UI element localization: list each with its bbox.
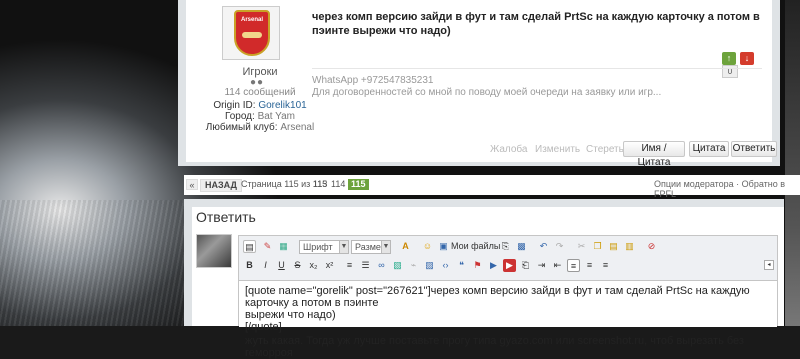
edit-button[interactable]: Изменить xyxy=(535,144,580,155)
align-center-icon[interactable]: ≡ xyxy=(583,259,596,272)
arsenal-crest-icon: Arsenal xyxy=(234,10,270,56)
align-left-icon[interactable]: ≡ xyxy=(567,259,580,272)
outdent-icon[interactable]: ⇤ xyxy=(551,259,564,272)
spellcheck-icon[interactable]: ⊘ xyxy=(645,240,658,253)
cannon-icon xyxy=(242,32,262,38)
emoticon-icon[interactable]: ☺ xyxy=(421,240,434,253)
prev-page-button[interactable]: « xyxy=(186,179,198,190)
post-actions: Жалоба Изменить Стереть Имя / Цитата Цит… xyxy=(476,141,777,168)
underline-icon[interactable]: U xyxy=(275,259,288,272)
delete-button[interactable]: Стереть xyxy=(586,144,624,155)
font-select-label: Шрифт xyxy=(303,242,333,252)
name-quote-button[interactable]: Имя / Цитата xyxy=(623,141,685,168)
cut-icon[interactable]: ✂ xyxy=(575,240,588,253)
report-button[interactable]: Жалоба xyxy=(490,144,527,155)
club-label: Любимый клуб: xyxy=(205,122,278,133)
my-files-label[interactable]: Мои файлы xyxy=(451,241,500,251)
user-avatar[interactable]: Arsenal xyxy=(222,6,280,60)
textarea-line: жуть какая. Тогда уж лучше поставьте про… xyxy=(245,335,744,359)
indent-icon[interactable]: ⇥ xyxy=(535,259,548,272)
eraser-icon[interactable]: ✎ xyxy=(261,240,274,253)
page-break-icon[interactable]: ⎗ xyxy=(519,259,532,272)
copy-icon[interactable]: ❐ xyxy=(591,240,604,253)
reply-panel: Ответить ▤ ✎ ▦ Шрифт ▼ Размер ▼ A ☺ ▣ Мои … xyxy=(192,207,784,359)
text-color-icon[interactable]: A xyxy=(399,240,412,253)
my-files-icon[interactable]: ▣ xyxy=(437,240,450,253)
chevron-down-icon: ▼ xyxy=(381,241,390,253)
source-icon[interactable]: ▤ xyxy=(243,240,256,253)
current-page[interactable]: 115 xyxy=(348,179,369,190)
club-value: Arsenal xyxy=(280,122,315,133)
font-select[interactable]: Шрифт ▼ xyxy=(299,240,349,254)
table-icon[interactable]: ▦ xyxy=(277,240,290,253)
bullet-list-icon[interactable]: ☰ xyxy=(359,259,372,272)
align-right-icon[interactable]: ≡ xyxy=(599,259,612,272)
signature: WhatsApp +972547835231 Для договоренност… xyxy=(312,68,762,99)
quote-button[interactable]: Цитата xyxy=(689,141,729,157)
paste-icon[interactable]: ▤ xyxy=(607,240,620,253)
media-icon[interactable]: ▩ xyxy=(515,240,528,253)
signature-line: WhatsApp +972547835231 xyxy=(312,75,434,86)
redo-icon[interactable]: ↷ xyxy=(553,240,566,253)
subscript-icon[interactable]: x₂ xyxy=(307,259,320,272)
reply-avatar xyxy=(196,234,232,268)
textarea-line: [/quote] xyxy=(245,321,282,333)
spoiler-icon[interactable]: ⚑ xyxy=(471,259,484,272)
video-icon[interactable]: ▶ xyxy=(487,259,500,272)
message-count: 114 сообщений xyxy=(224,87,296,98)
paste-text-icon[interactable]: ⎘ xyxy=(499,240,512,253)
undo-icon[interactable]: ↶ xyxy=(537,240,550,253)
vote-up-icon[interactable]: ↑ xyxy=(722,52,736,65)
signature-line: Для договоренностей со мной по поводу мо… xyxy=(312,87,662,98)
rich-text-editor: ▤ ✎ ▦ Шрифт ▼ Размер ▼ A ☺ ▣ Мои файлы ⎘ ▩… xyxy=(238,235,778,359)
youtube-icon[interactable]: ▶ xyxy=(503,259,516,272)
reply-textarea[interactable]: [quote name="gorelik" post="267621"]чере… xyxy=(239,280,777,359)
italic-icon[interactable]: I xyxy=(259,259,272,272)
reply-title: Ответить xyxy=(196,209,256,225)
post-body: через комп версию зайди в фут и там сдел… xyxy=(312,11,760,37)
editor-toolbar-top: ▤ ✎ ▦ Шрифт ▼ Размер ▼ A ☺ ▣ Мои файлы ⎘ ▩… xyxy=(243,238,773,256)
forum-post: Arsenal Игроки ●● 114 сообщений Origin I… xyxy=(178,0,780,168)
link-icon[interactable]: ∞ xyxy=(375,259,388,272)
page-link[interactable]: 113 xyxy=(313,179,327,190)
reply-button[interactable]: Ответить xyxy=(731,141,777,157)
moderator-options[interactable]: Опции модератора · Обратно в FPFL xyxy=(654,179,800,199)
page-link[interactable]: 114 xyxy=(331,179,345,190)
background-right-strip xyxy=(785,0,800,326)
size-select[interactable]: Размер ▼ xyxy=(351,240,391,254)
back-button[interactable]: НАЗАД xyxy=(200,179,242,192)
city-label: Город: xyxy=(224,111,255,122)
user-meta: Origin ID: Gorelik101 Город: Bat Yam Люб… xyxy=(200,100,320,133)
chevron-down-icon: ▼ xyxy=(339,241,348,253)
image-icon[interactable]: ▧ xyxy=(391,259,404,272)
crest-label: Arsenal xyxy=(240,17,263,23)
image-upload-icon[interactable]: ▨ xyxy=(423,259,436,272)
textarea-line: вырежи что надо) xyxy=(245,309,336,321)
numbered-list-icon[interactable]: ≡ xyxy=(343,259,356,272)
collapse-icon[interactable]: ◂ xyxy=(764,260,774,270)
origin-link[interactable]: Gorelik101 xyxy=(258,100,306,111)
superscript-icon[interactable]: x² xyxy=(323,259,336,272)
paste-word-icon[interactable]: ▥ xyxy=(623,240,636,253)
vote-down-icon[interactable]: ↓ xyxy=(740,52,754,65)
unlink-icon[interactable]: ⌁ xyxy=(407,259,420,272)
strikethrough-icon[interactable]: S xyxy=(291,259,304,272)
textarea-line: [quote name="gorelik" post="267621"]чере… xyxy=(245,285,750,309)
city-value: Bat Yam xyxy=(257,111,296,122)
editor-toolbar-bottom: B I U S x₂ x² ≡ ☰ ∞ ▧ ⌁ ▨ ‹› ❝ ⚑ ▶ ▶ ⎗ ⇥… xyxy=(243,257,773,275)
origin-label: Origin ID: xyxy=(213,100,256,111)
bold-icon[interactable]: B xyxy=(243,259,256,272)
quote-icon[interactable]: ❝ xyxy=(455,259,468,272)
reply-section: Ответить ▤ ✎ ▦ Шрифт ▼ Размер ▼ A ☺ ▣ Мои … xyxy=(184,199,784,359)
code-icon[interactable]: ‹› xyxy=(439,259,452,272)
